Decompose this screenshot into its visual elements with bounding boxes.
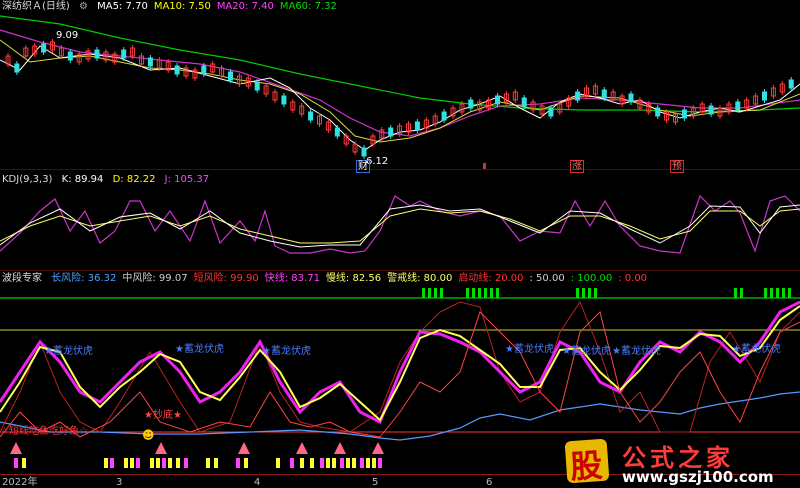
signal-bar	[150, 458, 154, 468]
candle	[788, 79, 794, 89]
x-label-3: 3	[116, 477, 123, 488]
signal-bar	[366, 458, 370, 468]
signal-bar	[360, 458, 364, 468]
candle	[414, 121, 420, 131]
candle	[681, 109, 687, 119]
x-label-4: 4	[254, 477, 261, 488]
candle	[334, 127, 340, 137]
signal-bar	[290, 458, 294, 468]
signal-bar	[14, 458, 18, 468]
signal-bar	[176, 458, 180, 468]
watermark-logo: 股	[564, 438, 610, 486]
candle	[762, 91, 767, 101]
candle	[548, 107, 554, 117]
wave-label-4: ★蓄龙伏虎	[505, 344, 554, 355]
price-chart	[0, 15, 800, 170]
candle	[495, 95, 500, 105]
wave-label-6: ★蓄龙伏虎	[612, 346, 661, 357]
signal-bar	[310, 458, 314, 468]
signal-bar	[340, 458, 344, 468]
wave-label-7: ★蓄龙伏虎	[732, 344, 781, 355]
signal-bar	[372, 458, 376, 468]
signal-bar	[300, 458, 304, 468]
signal-band: ☆短线吃鱼吃好鱼☆	[0, 426, 88, 437]
candle	[575, 91, 581, 101]
buy-signal-label: ★抄底★	[144, 410, 182, 421]
signal-bar	[244, 458, 248, 468]
candle	[388, 127, 394, 137]
candle	[601, 89, 607, 99]
wave-label-2: ★蓄龙伏虎	[175, 344, 224, 355]
candle	[228, 71, 233, 81]
candle	[441, 111, 447, 121]
kdj-chart	[0, 194, 800, 271]
signal-bar	[326, 458, 330, 468]
signal-bar	[236, 458, 240, 468]
candle	[147, 57, 153, 67]
signal-bar	[206, 458, 210, 468]
signal-bar	[104, 458, 108, 468]
signal-bar	[168, 458, 172, 468]
candle	[361, 147, 367, 157]
smile-icon: ☻	[142, 428, 155, 442]
candle	[201, 65, 207, 75]
watermark-logo-char: 股	[569, 445, 604, 487]
signal-bar	[378, 458, 382, 468]
signal-bar	[22, 458, 26, 468]
candle	[41, 43, 47, 53]
candle	[735, 101, 741, 111]
candle	[308, 111, 314, 121]
candle	[14, 63, 20, 73]
candle	[468, 99, 474, 109]
signal-bar	[110, 458, 114, 468]
signal-bar	[352, 458, 356, 468]
watermark-url: www.gszj100.com	[622, 468, 774, 486]
high-price-label: 9.09	[56, 30, 79, 41]
candle	[655, 107, 661, 117]
candle	[628, 93, 634, 103]
signal-bar	[124, 458, 128, 468]
signal-bar	[162, 458, 166, 468]
x-label-2022: 2022年	[2, 477, 38, 488]
candle	[121, 49, 127, 59]
candle	[521, 97, 527, 107]
candle	[67, 51, 73, 61]
signal-bar	[136, 458, 140, 468]
wave-label-3: ★蓄龙伏虎	[262, 346, 311, 357]
kdj-panel[interactable]: KDJ(9,3,3) K: 89.94 D: 82.22 J: 105.37	[0, 171, 800, 271]
candle	[708, 105, 714, 115]
signal-bar	[320, 458, 324, 468]
candle	[174, 65, 180, 75]
candle	[281, 95, 287, 105]
signal-bar	[130, 458, 134, 468]
signal-bar	[214, 458, 218, 468]
signal-bar	[276, 458, 280, 468]
candle	[94, 49, 100, 59]
marker-dot	[483, 163, 486, 169]
signal-bar	[346, 458, 350, 468]
watermark: 股 公式之家 www.gszj100.com	[558, 438, 800, 487]
price-panel[interactable]: 深纺织Ａ(日线) ⚙ MA5: 7.70 MA10: 7.50 MA20: 7.40…	[0, 0, 800, 173]
wave-label-5: ★蓄龙伏虎	[562, 346, 611, 357]
signal-bar	[332, 458, 336, 468]
signal-bar	[184, 458, 188, 468]
x-label-5: 5	[372, 477, 379, 488]
candle	[254, 81, 260, 91]
signal-bar	[156, 458, 160, 468]
wave-label-1: ★蓄龙伏虎	[44, 346, 93, 357]
x-label-6: 6	[486, 477, 493, 488]
